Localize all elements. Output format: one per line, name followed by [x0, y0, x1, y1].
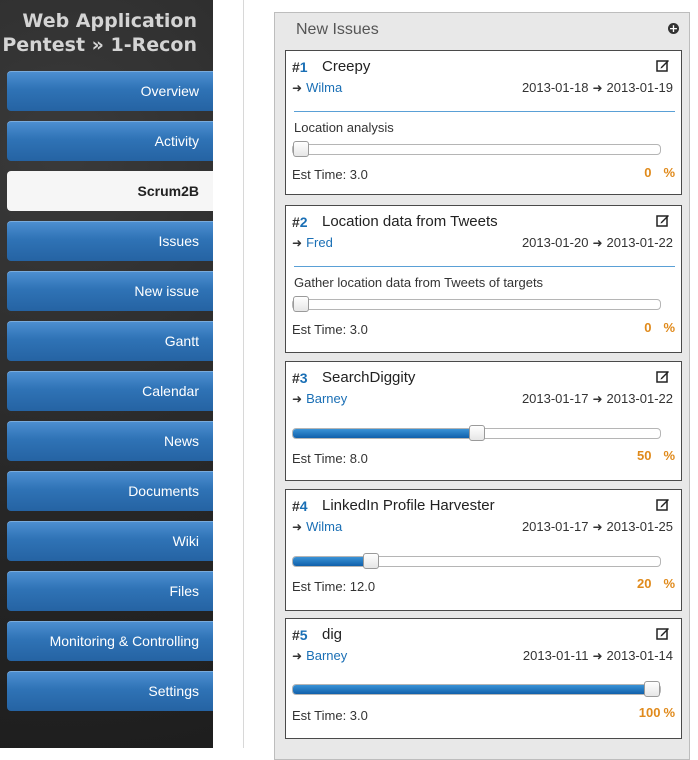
arrow-right-icon: ➜	[592, 236, 603, 250]
nav-item-overview[interactable]: Overview	[7, 71, 213, 111]
issue-number[interactable]: #3	[292, 370, 308, 386]
edit-icon[interactable]	[656, 626, 670, 640]
done-percent: 50%	[636, 448, 675, 463]
due-date: 2013-01-22	[606, 235, 674, 250]
progress-slider[interactable]	[292, 553, 661, 569]
issue-card[interactable]: #3 SearchDiggity ➜ Barney 2013-01-17 ➜ 2013…	[285, 361, 682, 481]
progress-slider[interactable]	[292, 296, 661, 312]
panel-title: New Issues	[296, 21, 379, 38]
due-date: 2013-01-14	[606, 648, 674, 663]
project-title-line1: Web Application	[22, 10, 197, 32]
est-time: Est Time: 3.0	[292, 322, 368, 337]
nav-item-documents[interactable]: Documents	[7, 471, 213, 511]
progress-fill	[293, 685, 652, 694]
due-date: 2013-01-25	[606, 519, 674, 534]
start-date: 2013-01-17	[521, 519, 589, 534]
arrow-right-icon: ➜	[292, 520, 303, 534]
progress-fill	[293, 557, 372, 566]
project-title-line2: Pentest » 1-Recon	[2, 34, 197, 56]
issue-subject[interactable]: dig	[322, 626, 342, 643]
card-divider	[294, 266, 675, 267]
issue-dates: 2013-01-20 ➜ 2013-01-22	[522, 235, 673, 250]
issue-number[interactable]: #4	[292, 498, 308, 514]
slider-handle[interactable]	[644, 681, 660, 697]
issue-description: Gather location data from Tweets of targ…	[294, 275, 544, 290]
arrow-right-icon: ➜	[292, 392, 303, 406]
slider-handle[interactable]	[293, 141, 309, 157]
arrow-right-icon: ➜	[592, 649, 603, 663]
arrow-right-icon: ➜	[292, 649, 303, 663]
arrow-right-icon: ➜	[592, 520, 603, 534]
issue-subject[interactable]: Creepy	[322, 58, 370, 75]
est-time: Est Time: 3.0	[292, 167, 368, 182]
issue-number[interactable]: #5	[292, 627, 308, 643]
issue-card[interactable]: #5 dig ➜ Barney 2013-01-11 ➜ 2013-01-14 Est…	[285, 618, 682, 739]
slider-handle[interactable]	[468, 425, 485, 441]
nav-item-news[interactable]: News	[7, 421, 213, 461]
assignee-link[interactable]: Fred	[306, 235, 333, 250]
arrow-right-icon: ➜	[292, 236, 303, 250]
project-title[interactable]: Web Application Pentest » 1-Recon	[0, 9, 197, 57]
est-time: Est Time: 12.0	[292, 579, 376, 594]
nav-item-monitoring-controlling[interactable]: Monitoring & Controlling	[7, 621, 213, 661]
nav-item-files[interactable]: Files	[7, 571, 213, 611]
due-date: 2013-01-19	[606, 80, 674, 95]
done-percent: 100%	[638, 705, 675, 720]
done-percent: 0%	[644, 165, 675, 180]
plus-circle-icon[interactable]: +	[668, 23, 679, 34]
issue-card[interactable]: #4 LinkedIn Profile Harvester ➜ Wilma 201…	[285, 489, 682, 611]
issue-card[interactable]: #2 Location data from Tweets ➜ Fred 2013-…	[285, 205, 682, 353]
edit-icon[interactable]	[656, 369, 670, 383]
done-percent: 0%	[644, 320, 675, 335]
nav-item-calendar[interactable]: Calendar	[7, 371, 213, 411]
progress-slider[interactable]	[292, 141, 661, 157]
assignee-link[interactable]: Barney	[306, 648, 347, 663]
issue-subject[interactable]: SearchDiggity	[322, 369, 415, 386]
arrow-right-icon: ➜	[592, 81, 603, 95]
nav-item-wiki[interactable]: Wiki	[7, 521, 213, 561]
due-date: 2013-01-22	[606, 391, 674, 406]
progress-fill	[293, 429, 477, 438]
start-date: 2013-01-18	[521, 80, 589, 95]
nav-item-issues[interactable]: Issues	[7, 221, 213, 261]
est-time: Est Time: 8.0	[292, 451, 368, 466]
content-divider	[243, 0, 244, 748]
nav-item-settings[interactable]: Settings	[7, 671, 213, 711]
edit-icon[interactable]	[656, 497, 670, 511]
sidebar: Web Application Pentest » 1-Recon Overvi…	[0, 0, 213, 748]
issue-description: Location analysis	[294, 120, 394, 135]
issue-subject[interactable]: Location data from Tweets	[322, 213, 498, 230]
arrow-right-icon: ➜	[292, 81, 303, 95]
issue-dates: 2013-01-17 ➜ 2013-01-22	[522, 391, 673, 406]
assignee-link[interactable]: Wilma	[306, 80, 342, 95]
edit-icon[interactable]	[656, 58, 670, 72]
issue-card[interactable]: #1 Creepy ➜ Wilma 2013-01-18 ➜ 2013-01-19 L…	[285, 50, 682, 195]
nav-item-new-issue[interactable]: New issue	[7, 271, 213, 311]
card-divider	[294, 111, 675, 112]
issue-dates: 2013-01-11 ➜ 2013-01-14	[523, 648, 673, 663]
slider-handle[interactable]	[363, 553, 380, 569]
issue-subject[interactable]: LinkedIn Profile Harvester	[322, 497, 495, 514]
start-date: 2013-01-11	[522, 648, 589, 663]
arrow-right-icon: ➜	[592, 392, 603, 406]
start-date: 2013-01-17	[521, 391, 589, 406]
done-percent: 20%	[636, 576, 675, 591]
start-date: 2013-01-20	[521, 235, 589, 250]
issue-number[interactable]: #2	[292, 214, 308, 230]
progress-slider[interactable]	[292, 681, 661, 697]
progress-slider[interactable]	[292, 425, 661, 441]
slider-handle[interactable]	[293, 296, 309, 312]
nav-item-activity[interactable]: Activity	[7, 121, 213, 161]
est-time: Est Time: 3.0	[292, 708, 368, 723]
issue-dates: 2013-01-17 ➜ 2013-01-25	[522, 519, 673, 534]
assignee-link[interactable]: Barney	[306, 391, 347, 406]
issue-dates: 2013-01-18 ➜ 2013-01-19	[522, 80, 673, 95]
assignee-link[interactable]: Wilma	[306, 519, 342, 534]
nav-item-scrum2b[interactable]: Scrum2B	[7, 171, 213, 211]
edit-icon[interactable]	[656, 213, 670, 227]
nav-item-gantt[interactable]: Gantt	[7, 321, 213, 361]
issue-number[interactable]: #1	[292, 59, 308, 75]
